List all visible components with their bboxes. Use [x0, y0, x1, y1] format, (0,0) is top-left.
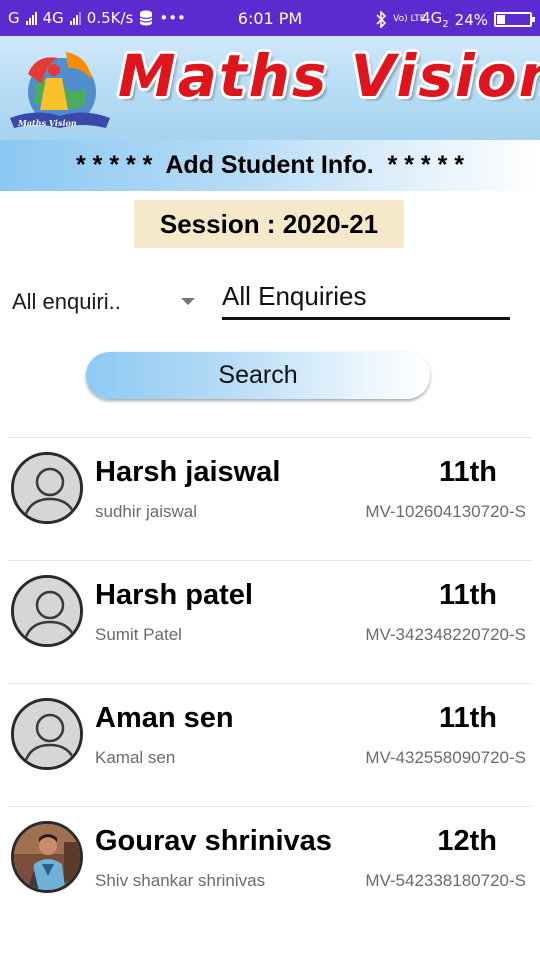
search-button-label: Search — [218, 361, 298, 389]
student-grade: 11th — [438, 456, 497, 488]
volte-label: Vo) LTE — [393, 14, 426, 24]
search-button[interactable]: Search — [86, 352, 430, 399]
bluetooth-icon — [376, 11, 387, 28]
student-id: MV-102604130720-S — [365, 502, 526, 521]
enquiry-filter-value: All Enquiries — [222, 281, 367, 311]
parent-name: Sumit Patel — [95, 625, 182, 644]
battery-icon — [494, 12, 535, 27]
student-list-item[interactable]: Harsh jaiswal 11th sudhir jaiswal MV-102604… — [0, 438, 540, 561]
dropdown-value: All enquiri.. — [12, 289, 121, 314]
student-grade: 11th — [438, 702, 497, 734]
avatar-placeholder-icon — [11, 698, 83, 770]
parent-name: Shiv shankar shrinivas — [95, 871, 266, 890]
student-list-item[interactable]: Harsh patel 11th Sumit Patel MV-34234822072… — [0, 561, 540, 684]
student-grade: 12th — [437, 825, 497, 857]
student-list-item[interactable]: Gourav shrinivas 12th Shiv shankar shriniv… — [0, 807, 540, 930]
page-heading-bar: * * * * * Add Student Info. * * * * * — [0, 140, 540, 191]
network-type-label: 4G2 — [421, 9, 449, 30]
enquiry-filter-field[interactable]: All Enquiries — [222, 276, 510, 320]
dropdown-arrow-icon — [181, 298, 195, 305]
page-heading: * * * * * Add Student Info. * * * * * — [75, 151, 464, 179]
parent-name: Kamal sen — [95, 748, 176, 767]
parent-name: sudhir jaiswal — [95, 502, 198, 521]
student-list-item[interactable]: Aman sen 11th Kamal sen MV-432558090720-S — [0, 684, 540, 807]
app-banner: Maths Vision Maths Vision — [0, 36, 540, 140]
network-type-value: 4G — [421, 9, 443, 27]
maths-vision-logo: Maths Vision — [10, 52, 110, 128]
student-grade: 11th — [438, 579, 497, 611]
student-photo — [11, 821, 83, 893]
avatar-placeholder-icon — [11, 452, 83, 524]
network-sim-number: 2 — [442, 19, 449, 30]
session-badge: Session : 2020-21 — [134, 200, 404, 248]
battery-level — [497, 15, 506, 24]
student-name: Aman sen — [95, 702, 234, 734]
student-id: MV-542338180720-S — [365, 871, 526, 890]
student-id: MV-432558090720-S — [365, 748, 526, 767]
session-label: Session : 2020-21 — [159, 208, 379, 239]
student-name: Gourav shrinivas — [95, 825, 332, 857]
battery-percent: 24% — [454, 10, 488, 29]
avatar-placeholder-icon — [11, 575, 83, 647]
brand-title: Maths Vision — [118, 42, 540, 110]
student-name: Harsh jaiswal — [95, 456, 281, 488]
logo-text: Maths Vision — [17, 118, 77, 128]
status-bar: G 4G 0.5K/s ••• 6:01 PM Vo) LTE 4G2 24% — [0, 0, 540, 36]
student-name: Harsh patel — [95, 579, 253, 611]
enquiry-filter-dropdown[interactable]: All enquiri.. — [12, 284, 202, 320]
status-right: Vo) LTE 4G2 24% — [375, 9, 535, 30]
student-id: MV-342348220720-S — [365, 625, 526, 644]
